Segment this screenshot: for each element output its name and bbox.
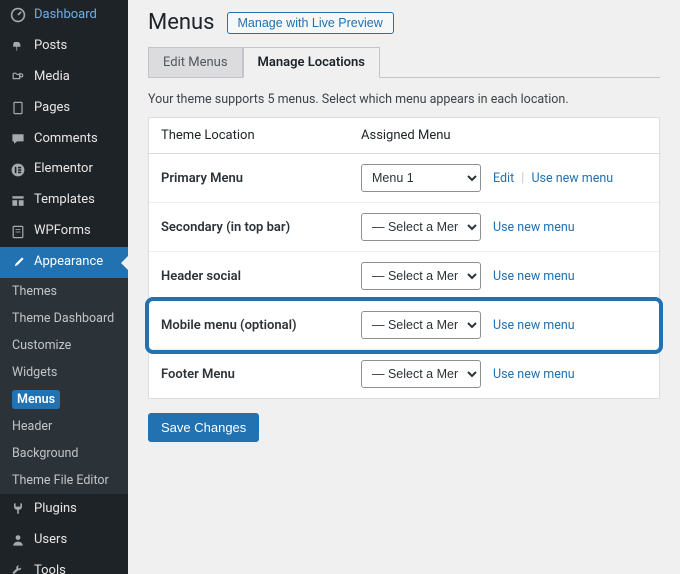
sidebar-label: Appearance bbox=[34, 254, 103, 271]
sidebar-item-dashboard[interactable]: Dashboard bbox=[0, 0, 128, 31]
page-header: Menus Manage with Live Preview bbox=[148, 10, 660, 35]
table-row: Primary Menu Menu 1 Edit | Use new menu bbox=[149, 154, 659, 203]
sidebar-submenu-appearance: Themes Theme Dashboard Customize Widgets… bbox=[0, 278, 128, 494]
user-icon bbox=[10, 532, 26, 548]
location-footer-menu: Footer Menu bbox=[161, 367, 361, 382]
location-header-social: Header social bbox=[161, 269, 361, 284]
location-primary: Primary Menu bbox=[161, 171, 361, 186]
sidebar-label: Users bbox=[34, 532, 67, 549]
sidebar-label: WPForms bbox=[34, 223, 91, 240]
sidebar-item-posts[interactable]: Posts bbox=[0, 31, 128, 62]
sidebar-item-media[interactable]: Media bbox=[0, 62, 128, 93]
use-new-menu-link[interactable]: Use new menu bbox=[531, 171, 613, 186]
sub-item-customize[interactable]: Customize bbox=[0, 332, 128, 359]
locations-table: Theme Location Assigned Menu Primary Men… bbox=[148, 117, 660, 399]
templates-icon bbox=[10, 193, 26, 209]
menu-select-secondary[interactable]: — Select a Menu — bbox=[361, 213, 481, 241]
save-changes-button[interactable]: Save Changes bbox=[148, 413, 259, 442]
sidebar-label: Dashboard bbox=[34, 7, 97, 24]
page-icon bbox=[10, 100, 26, 116]
page-title: Menus bbox=[148, 10, 215, 35]
sidebar-label: Posts bbox=[34, 38, 67, 55]
tabs: Edit Menus Manage Locations bbox=[148, 47, 660, 78]
col-theme-location: Theme Location bbox=[161, 128, 361, 143]
wpforms-icon bbox=[10, 224, 26, 240]
sidebar-item-users[interactable]: Users bbox=[0, 525, 128, 556]
sidebar-item-appearance[interactable]: Appearance bbox=[0, 247, 128, 278]
use-new-menu-link[interactable]: Use new menu bbox=[493, 269, 575, 284]
helper-text: Your theme supports 5 menus. Select whic… bbox=[148, 92, 660, 107]
menu-select-footer[interactable]: — Select a Menu — bbox=[361, 360, 481, 388]
pin-icon bbox=[10, 38, 26, 54]
elementor-icon bbox=[10, 162, 26, 178]
sidebar-item-pages[interactable]: Pages bbox=[0, 93, 128, 124]
sidebar-item-wpforms[interactable]: WPForms bbox=[0, 216, 128, 247]
sub-item-header[interactable]: Header bbox=[0, 413, 128, 440]
sidebar-label: Comments bbox=[34, 131, 98, 148]
sub-item-theme-dashboard[interactable]: Theme Dashboard bbox=[0, 305, 128, 332]
dashboard-icon bbox=[10, 7, 26, 23]
sub-item-theme-file-editor[interactable]: Theme File Editor bbox=[0, 467, 128, 494]
brush-icon bbox=[10, 255, 26, 271]
main-content: Menus Manage with Live Preview Edit Menu… bbox=[128, 0, 680, 574]
tab-edit-menus[interactable]: Edit Menus bbox=[148, 47, 243, 77]
table-row: Footer Menu — Select a Menu — Use new me… bbox=[149, 350, 659, 398]
sidebar-label: Tools bbox=[34, 563, 66, 574]
location-mobile-menu: Mobile menu (optional) bbox=[161, 318, 361, 333]
sidebar-item-plugins[interactable]: Plugins bbox=[0, 494, 128, 525]
col-assigned-menu: Assigned Menu bbox=[361, 128, 451, 143]
sidebar-label: Media bbox=[34, 69, 70, 86]
sub-item-menus[interactable]: Menus bbox=[0, 386, 128, 413]
use-new-menu-link[interactable]: Use new menu bbox=[493, 367, 575, 382]
sidebar-label: Elementor bbox=[34, 161, 93, 178]
sub-item-widgets[interactable]: Widgets bbox=[0, 359, 128, 386]
sub-item-themes[interactable]: Themes bbox=[0, 278, 128, 305]
sidebar-item-templates[interactable]: Templates bbox=[0, 185, 128, 216]
comment-icon bbox=[10, 131, 26, 147]
sidebar-label: Templates bbox=[34, 192, 95, 209]
use-new-menu-link[interactable]: Use new menu bbox=[493, 318, 575, 333]
manage-live-preview-button[interactable]: Manage with Live Preview bbox=[227, 12, 394, 34]
edit-link[interactable]: Edit bbox=[493, 171, 514, 186]
admin-sidebar: Dashboard Posts Media Pages Comments Ele… bbox=[0, 0, 128, 574]
sidebar-label: Pages bbox=[34, 100, 70, 117]
media-icon bbox=[10, 69, 26, 85]
wrench-icon bbox=[10, 563, 26, 574]
table-header: Theme Location Assigned Menu bbox=[149, 118, 659, 154]
location-secondary: Secondary (in top bar) bbox=[161, 220, 361, 235]
use-new-menu-link[interactable]: Use new menu bbox=[493, 220, 575, 235]
sidebar-item-elementor[interactable]: Elementor bbox=[0, 154, 128, 185]
sidebar-item-tools[interactable]: Tools bbox=[0, 556, 128, 574]
table-row: Secondary (in top bar) — Select a Menu —… bbox=[149, 203, 659, 252]
table-row: Header social — Select a Menu — Use new … bbox=[149, 252, 659, 301]
tab-manage-locations[interactable]: Manage Locations bbox=[243, 47, 380, 78]
sidebar-item-comments[interactable]: Comments bbox=[0, 124, 128, 155]
menu-select-header-social[interactable]: — Select a Menu — bbox=[361, 262, 481, 290]
menu-select-primary[interactable]: Menu 1 bbox=[361, 164, 481, 192]
menu-select-mobile[interactable]: — Select a Menu — bbox=[361, 311, 481, 339]
sidebar-label: Plugins bbox=[34, 501, 77, 518]
sub-item-background[interactable]: Background bbox=[0, 440, 128, 467]
table-row-highlighted: Mobile menu (optional) — Select a Menu —… bbox=[149, 301, 659, 350]
plug-icon bbox=[10, 501, 26, 517]
